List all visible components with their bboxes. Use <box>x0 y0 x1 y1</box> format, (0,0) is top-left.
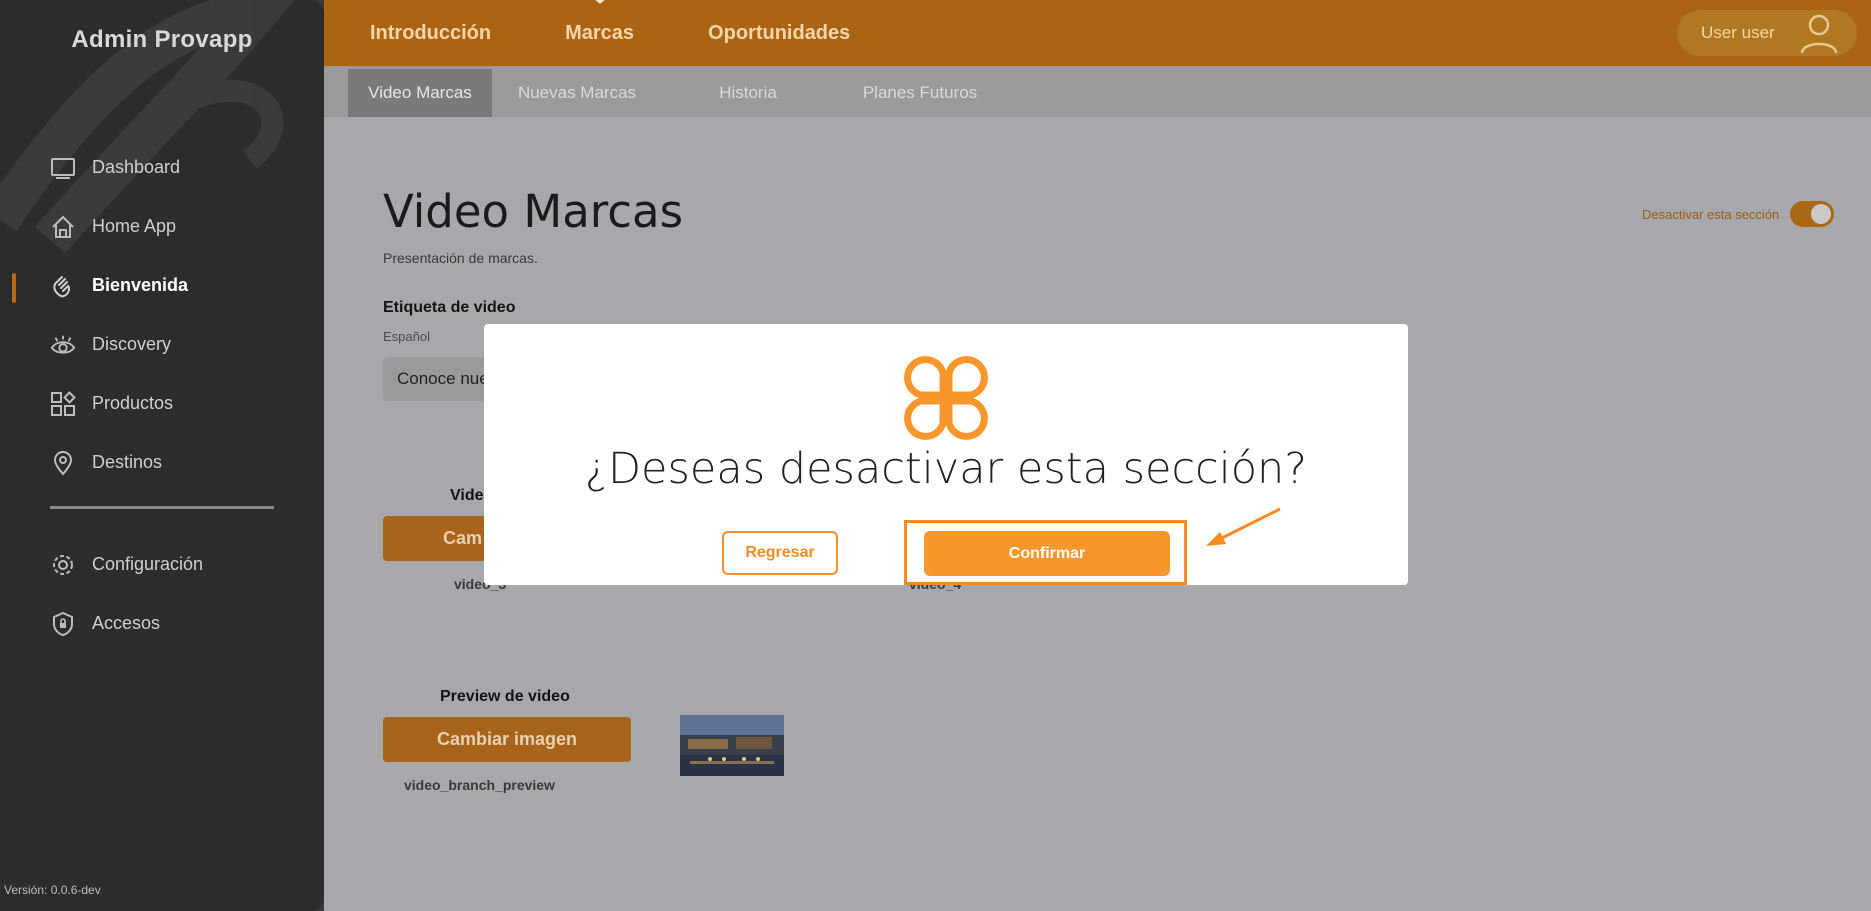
sidebar-item-dashboard[interactable]: Dashboard <box>0 138 324 197</box>
tab-oportunidades[interactable]: Oportunidades <box>708 22 850 45</box>
annotation-highlight-box <box>904 520 1187 585</box>
video-heading: Vide <box>450 487 484 504</box>
sidebar-item-bienvenida[interactable]: Bienvenida <box>0 256 324 315</box>
annotation-arrow-icon <box>1206 507 1281 546</box>
sidebar-item-home-app[interactable]: Home App <box>0 197 324 256</box>
top-bar: Introducción Marcas Oportunidades User u… <box>324 0 1871 66</box>
eye-icon <box>50 332 76 358</box>
change-image-button[interactable]: Cambiar imagen <box>383 717 631 762</box>
sidebar-item-label: Home App <box>92 216 177 236</box>
page-title: Video Marcas <box>383 185 684 238</box>
shield-lock-icon <box>50 611 76 637</box>
toggle-label: Desactivar esta sección <box>1642 207 1780 222</box>
preview-thumbnail <box>680 715 784 776</box>
monitor-icon <box>50 155 76 181</box>
toggle-knob <box>1811 204 1831 224</box>
back-button[interactable]: Regresar <box>722 531 838 575</box>
home-icon <box>50 214 76 240</box>
sidebar-nav: Dashboard Home App Bienvenida Discovery … <box>0 138 324 653</box>
page-subtitle: Presentación de marcas. <box>383 250 538 266</box>
top-nav: Introducción Marcas Oportunidades <box>324 0 882 66</box>
user-name: User user <box>1701 23 1775 42</box>
gear-icon <box>50 552 76 578</box>
sidebar-item-label: Destinos <box>92 452 163 472</box>
disable-section-toggle[interactable] <box>1790 201 1834 227</box>
tab-introduccion[interactable]: Introducción <box>370 22 491 45</box>
sidebar-item-label: Productos <box>92 393 174 413</box>
preview-file-name: video_branch_preview <box>404 777 555 793</box>
user-avatar-icon <box>1797 12 1841 59</box>
sidebar-item-label: Bienvenida <box>92 275 189 295</box>
subtab-planes-futuros[interactable]: Planes Futuros <box>834 69 1006 117</box>
tab-marcas[interactable]: Marcas <box>565 22 634 45</box>
sidebar-item-label: Discovery <box>92 334 172 354</box>
sidebar: Admin Provapp Dashboard Home App Bienven… <box>0 0 324 911</box>
subtab-video-marcas[interactable]: Video Marcas <box>348 69 492 117</box>
dialog-title: ¿Deseas desactivar esta sección? <box>584 444 1308 494</box>
sidebar-item-label: Dashboard <box>92 157 181 177</box>
grid-shapes-icon <box>50 390 76 417</box>
language-label: Español <box>383 329 430 344</box>
sidebar-item-productos[interactable]: Productos <box>0 374 324 433</box>
sidebar-item-label: Configuración <box>92 554 204 574</box>
sidebar-item-destinos[interactable]: Destinos <box>0 433 324 492</box>
subtab-historia[interactable]: Historia <box>662 69 834 117</box>
subtab-nuevas-marcas[interactable]: Nuevas Marcas <box>492 69 662 117</box>
map-pin-icon <box>50 450 76 476</box>
clover-logo-icon <box>904 356 988 440</box>
waving-hand-icon <box>50 273 76 299</box>
sidebar-item-label: Accesos <box>92 613 161 633</box>
sidebar-item-accesos[interactable]: Accesos <box>0 594 324 653</box>
sidebar-divider <box>50 506 274 509</box>
app-version: Versión: 0.0.6-dev <box>4 883 101 897</box>
sub-nav: Video Marcas Nuevas Marcas Historia Plan… <box>324 66 1871 117</box>
user-menu-button[interactable]: User user <box>1677 10 1857 56</box>
preview-heading: Preview de video <box>440 688 570 705</box>
sidebar-item-configuracion[interactable]: Configuración <box>0 535 324 594</box>
app-brand: Admin Provapp <box>71 26 253 53</box>
video-label-heading: Etiqueta de video <box>383 299 516 316</box>
sidebar-item-discovery[interactable]: Discovery <box>0 315 324 374</box>
